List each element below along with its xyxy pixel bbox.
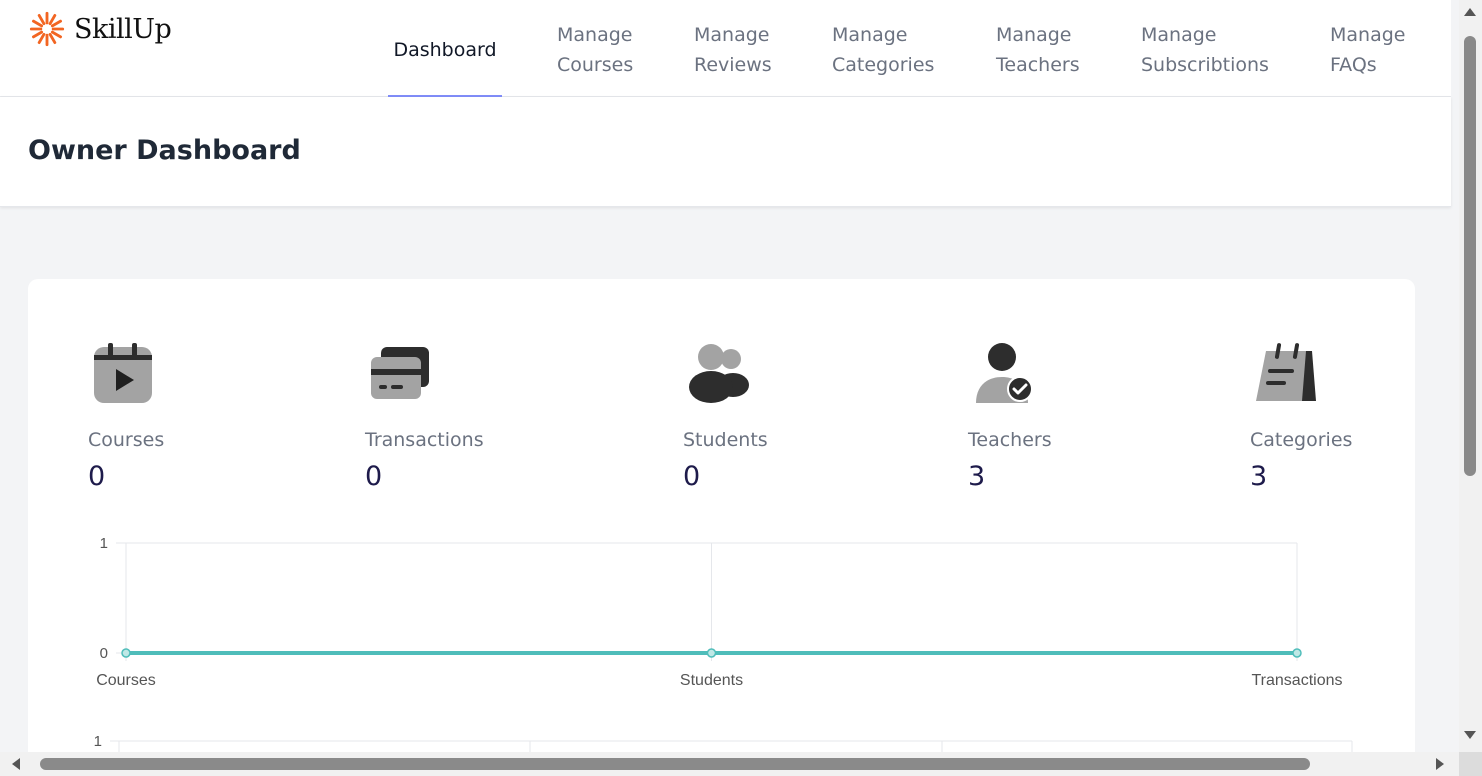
- nav-manage-teachers[interactable]: Manage Teachers: [996, 0, 1080, 97]
- user-check-icon: [976, 343, 1033, 403]
- stat-students: Students 0: [683, 341, 768, 492]
- nav-label-line2: FAQs: [1330, 54, 1377, 76]
- notepad-icon: [1256, 343, 1316, 401]
- dashboard-card: Courses 0 Transactions 0 Students 0 Teac…: [28, 279, 1415, 776]
- nav-label-line1: Manage: [832, 24, 908, 46]
- users-group-icon: [689, 344, 749, 403]
- stat-teachers: Teachers 3: [968, 341, 1052, 492]
- stat-label: Students: [683, 429, 768, 451]
- nav-label-line1: Manage: [1330, 24, 1406, 46]
- horizontal-scroll-thumb[interactable]: [40, 758, 1310, 770]
- stat-label: Courses: [88, 429, 165, 451]
- nav-manage-subscriptions[interactable]: Manage Subscribtions: [1141, 0, 1269, 97]
- page-title: Owner Dashboard: [28, 135, 301, 166]
- vertical-scroll-thumb[interactable]: [1464, 36, 1476, 476]
- stat-value: 0: [365, 461, 383, 492]
- nav-label-line2: Teachers: [996, 54, 1080, 76]
- nav-label-line1: Manage: [1141, 24, 1217, 46]
- stat-value: 3: [1250, 461, 1268, 492]
- nav-label-line2: Subscribtions: [1141, 54, 1269, 76]
- scroll-right-arrow-icon[interactable]: [1436, 758, 1444, 770]
- nav-label-line1: Manage: [557, 24, 633, 46]
- nav-label-line2: Categories: [832, 54, 935, 76]
- nav-manage-faqs[interactable]: Manage FAQs: [1330, 0, 1405, 97]
- stat-value: 0: [683, 461, 701, 492]
- scroll-down-arrow-icon[interactable]: [1464, 731, 1476, 739]
- horizontal-scrollbar[interactable]: [0, 752, 1459, 776]
- stat-courses: Courses 0: [88, 341, 164, 492]
- nav-label-line1: Manage: [694, 24, 770, 46]
- nav-manage-reviews[interactable]: Manage Reviews: [694, 0, 772, 97]
- nav-manage-categories[interactable]: Manage Categories: [832, 0, 934, 97]
- nav-label-line2: Courses: [557, 54, 634, 76]
- stat-value: 3: [968, 461, 986, 492]
- stat-label: Teachers: [968, 429, 1052, 451]
- scroll-up-arrow-icon[interactable]: [1464, 8, 1476, 16]
- sunburst-logo-icon: [29, 11, 65, 47]
- credit-cards-icon: [371, 347, 429, 399]
- brand-name: SkillUp: [74, 13, 172, 45]
- stat-label: Categories: [1250, 429, 1353, 451]
- stat-categories: Categories 3: [1250, 341, 1352, 492]
- nav-dashboard-label: Dashboard: [393, 39, 497, 61]
- nav-label-line1: Manage: [996, 24, 1072, 46]
- brand[interactable]: SkillUp: [28, 10, 172, 48]
- nav-label-line2: Reviews: [694, 54, 772, 76]
- stat-transactions: Transactions 0: [365, 341, 484, 492]
- scrollbar-corner: [1459, 752, 1482, 776]
- nav-manage-courses[interactable]: Manage Courses: [557, 0, 633, 97]
- stat-value: 0: [88, 461, 106, 492]
- scroll-left-arrow-icon[interactable]: [12, 758, 20, 770]
- top-navbar: SkillUp Dashboard Manage Courses Manage …: [0, 0, 1451, 98]
- stat-label: Transactions: [365, 429, 484, 451]
- video-calendar-icon: [94, 343, 152, 403]
- nav-dashboard[interactable]: Dashboard: [388, 0, 502, 98]
- vertical-scrollbar[interactable]: [1459, 0, 1482, 752]
- page-header: Owner Dashboard: [0, 97, 1451, 207]
